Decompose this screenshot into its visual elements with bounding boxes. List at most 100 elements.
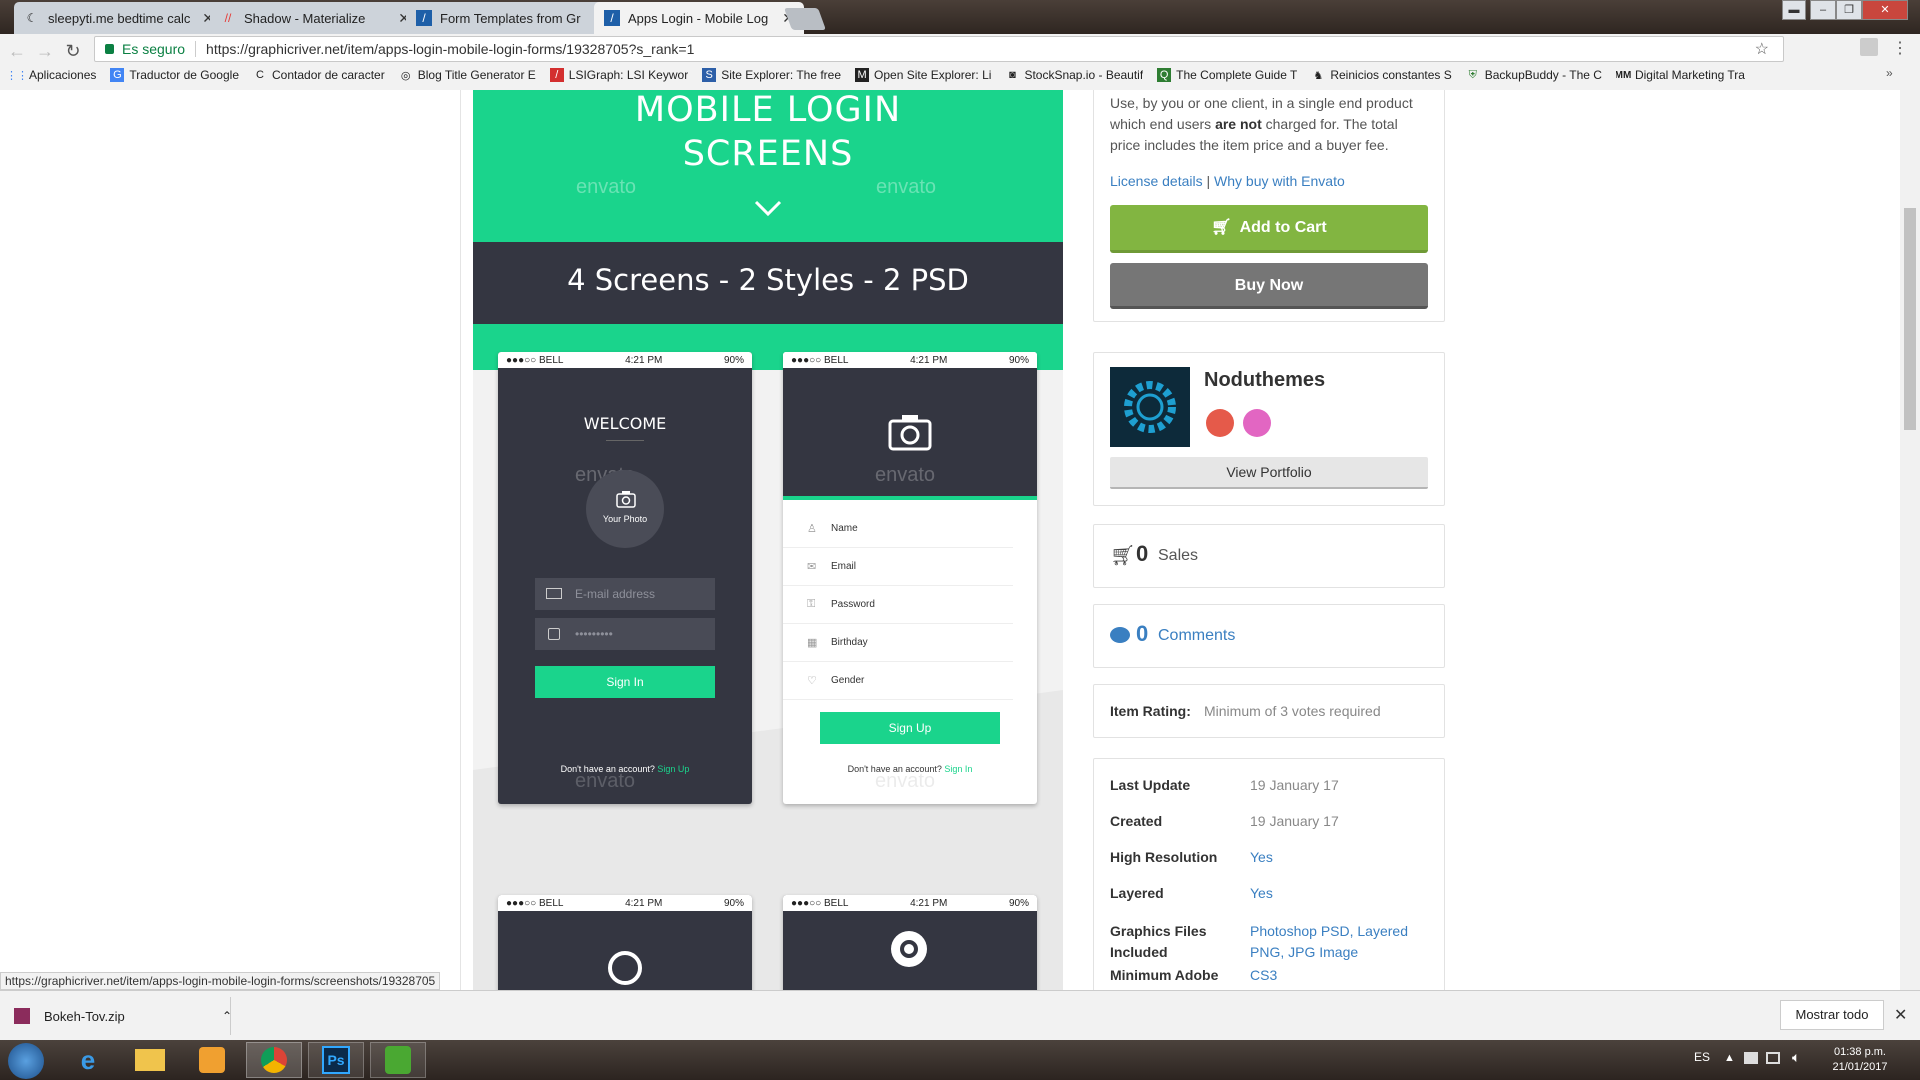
cart-icon: 🛒︎: [1211, 219, 1232, 236]
show-all-button[interactable]: Mostrar todo: [1780, 1000, 1884, 1030]
action-center-icon[interactable]: [1744, 1052, 1758, 1064]
more-bookmarks-icon[interactable]: »: [1886, 66, 1893, 80]
phone-status-bar: ●●●○○ BELL 4:21 PM 90%: [498, 895, 752, 911]
folder-icon[interactable]: [122, 1042, 178, 1078]
guide-icon: Q: [1157, 68, 1172, 82]
gender-field: ♡ Gender: [783, 662, 1013, 700]
bookmark-apps[interactable]: ⋮⋮ Aplicaciones: [10, 68, 96, 82]
counter-icon: C: [256, 69, 264, 81]
tab-label: sleepyti.me bedtime calc: [48, 10, 191, 26]
evernote-icon[interactable]: [370, 1042, 426, 1078]
meta-link-line[interactable]: Photoshop PSD, Layered: [1250, 921, 1408, 942]
cart-icon: 🛒︎: [1110, 545, 1136, 567]
chrome-icon[interactable]: [246, 1042, 302, 1078]
bookmark-blog-title[interactable]: ◎ Blog Title Generator E: [399, 68, 536, 82]
user-icon: ♙: [807, 523, 817, 535]
tab-form-templates[interactable]: / Form Templates from Gr ✕: [406, 2, 616, 34]
download-item[interactable]: Bokeh-Tov.zip ⌃: [14, 999, 232, 1033]
password-dots: •••••••••: [575, 627, 613, 641]
comment-icon: [1110, 627, 1130, 643]
bookmark-label: BackupBuddy - The C: [1484, 68, 1602, 82]
tab-sleepytime[interactable]: ☾ sleepyti.me bedtime calc ✕: [14, 2, 224, 34]
paw-badge-icon[interactable]: [1206, 409, 1234, 437]
mail-icon: ✉: [807, 561, 817, 573]
bookmark-star-icon[interactable]: ☆: [1755, 39, 1769, 59]
add-to-cart-button[interactable]: 🛒︎ Add to Cart: [1110, 205, 1428, 253]
show-hidden-icons[interactable]: ▲: [1724, 1052, 1735, 1064]
menu-kebab-icon[interactable]: ⋮: [1892, 38, 1908, 58]
status-time: 4:21 PM: [910, 354, 948, 366]
internet-explorer-icon[interactable]: e: [60, 1042, 116, 1078]
status-carrier: ●●●○○ BELL: [791, 354, 849, 366]
license-line: which end users are not charged for. The…: [1110, 114, 1440, 135]
why-envato-link[interactable]: Why buy with Envato: [1214, 173, 1345, 189]
tab-materialize[interactable]: // Shadow - Materialize ✕: [210, 2, 420, 34]
license-details-link[interactable]: License details: [1110, 173, 1203, 189]
volume-icon[interactable]: 🔈︎: [1792, 1049, 1800, 1066]
forward-arrow-icon[interactable]: →: [34, 40, 56, 62]
app-logo-icon: [891, 931, 927, 967]
bookmark-backupbuddy[interactable]: ⛨ BackupBuddy - The C: [1466, 68, 1602, 82]
password-field: •••••••••: [535, 618, 715, 650]
system-clock[interactable]: 01:38 p.m. 21/01/2017: [1820, 1045, 1900, 1075]
bookmark-contador[interactable]: C Contador de caracter: [253, 68, 385, 82]
bookmark-translate[interactable]: G Traductor de Google: [110, 68, 239, 82]
tab-apps-login[interactable]: / Apps Login - Mobile Log ✕: [594, 2, 804, 34]
password-field: ⚿ Password: [783, 586, 1013, 624]
maximize-button[interactable]: ❐: [1836, 0, 1862, 20]
status-bubble: https://graphicriver.net/item/apps-login…: [0, 972, 441, 990]
address-bar[interactable]: Es seguro https://graphicriver.net/item/…: [94, 36, 1784, 62]
comments-box[interactable]: 0 Comments: [1093, 604, 1445, 668]
status-battery: 90%: [723, 354, 744, 366]
language-indicator[interactable]: ES: [1694, 1050, 1710, 1064]
author-avatar[interactable]: [1110, 367, 1190, 447]
envato-watermark: envato: [575, 770, 636, 792]
bookmark-open-site-explorer[interactable]: M Open Site Explorer: Li: [855, 68, 991, 82]
status-carrier: ●●●○○ BELL: [791, 897, 849, 909]
item-preview-image[interactable]: MOBILE LOGIN SCREENS envato envato 4 Scr…: [473, 90, 1063, 990]
tab-label: Apps Login - Mobile Log: [628, 10, 769, 26]
birthday-field: ▦ Birthday: [783, 624, 1013, 662]
bookmark-reinicios[interactable]: ♞ Reinicios constantes S: [1311, 68, 1451, 82]
close-window-button[interactable]: ✕: [1862, 0, 1908, 20]
gem-badge-icon[interactable]: [1243, 409, 1271, 437]
materialize-icon: //: [224, 11, 232, 25]
close-icon[interactable]: ✕: [1894, 1005, 1907, 1025]
meta-link[interactable]: Yes: [1250, 849, 1273, 865]
extension-icon[interactable]: [1860, 38, 1878, 56]
reload-icon[interactable]: ↻: [62, 40, 84, 62]
user-icon[interactable]: ▬: [1782, 0, 1806, 20]
status-battery: 90%: [1008, 354, 1029, 366]
author-name[interactable]: Noduthemes: [1204, 369, 1325, 392]
meta-link[interactable]: CS3: [1250, 967, 1277, 983]
network-icon[interactable]: [1766, 1052, 1780, 1064]
minimize-button[interactable]: –: [1810, 0, 1836, 20]
comments-link[interactable]: Comments: [1158, 627, 1235, 645]
bookmark-label: The Complete Guide T: [1176, 68, 1298, 82]
meta-link[interactable]: Photoshop PSD, Layered PNG, JPG Image: [1250, 921, 1408, 963]
view-portfolio-button[interactable]: View Portfolio: [1110, 457, 1428, 489]
link-separator: |: [1206, 173, 1211, 189]
scrollbar-thumb[interactable]: [1904, 208, 1916, 430]
meta-label-line: Graphics Files: [1110, 923, 1207, 939]
photoshop-icon[interactable]: Ps: [308, 1042, 364, 1078]
windows-start-icon[interactable]: [8, 1043, 44, 1079]
footer-link: Sign Up: [657, 764, 690, 774]
bookmark-stocksnap[interactable]: ◙ StockSnap.io - Beautif: [1005, 68, 1143, 82]
bookmark-digital-marketing[interactable]: MM Digital Marketing Tra: [1616, 68, 1745, 82]
bookmark-lsigraph[interactable]: / LSIGraph: LSI Keywor: [549, 68, 688, 82]
meta-link-line[interactable]: PNG, JPG Image: [1250, 942, 1408, 963]
back-arrow-icon[interactable]: ←: [6, 40, 28, 62]
meta-label: High Resolution: [1110, 849, 1218, 865]
buy-now-button[interactable]: Buy Now: [1110, 263, 1428, 309]
phone-status-bar: ●●●○○ BELL 4:21 PM 90%: [783, 352, 1037, 368]
bookmark-label: Site Explorer: The free: [721, 68, 842, 82]
bookmark-site-explorer[interactable]: S Site Explorer: The free: [702, 68, 841, 82]
mm-icon: MM: [1615, 69, 1632, 81]
globe-icon: ◎: [400, 69, 411, 82]
bookmark-complete-guide[interactable]: Q The Complete Guide T: [1157, 68, 1297, 82]
media-player-icon[interactable]: [184, 1042, 240, 1078]
url-text[interactable]: https://graphicriver.net/item/apps-login…: [206, 41, 694, 57]
meta-link[interactable]: Yes: [1250, 885, 1273, 901]
secure-indicator[interactable]: Es seguro: [95, 41, 185, 57]
